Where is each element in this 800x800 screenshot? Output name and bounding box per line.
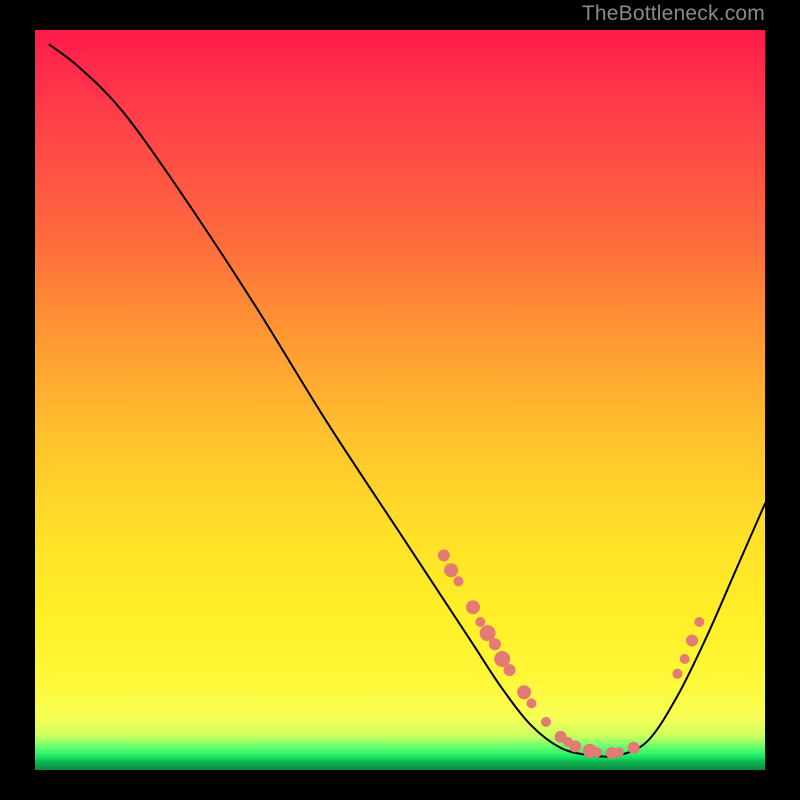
marker-dot bbox=[475, 617, 485, 627]
marker-dot bbox=[466, 600, 480, 614]
watermark-text: TheBottleneck.com bbox=[582, 2, 765, 26]
marker-dot bbox=[453, 576, 463, 586]
marker-dot bbox=[680, 654, 690, 664]
marker-dot bbox=[614, 747, 624, 757]
marker-dot bbox=[694, 617, 704, 627]
marker-dot bbox=[541, 717, 551, 727]
marker-dot bbox=[444, 563, 458, 577]
plot-area bbox=[35, 30, 765, 770]
marker-dot bbox=[672, 669, 682, 679]
marker-dot bbox=[489, 638, 501, 650]
marker-dot bbox=[504, 664, 516, 676]
marker-dot bbox=[686, 635, 698, 647]
chart-stage: TheBottleneck.com bbox=[0, 0, 800, 800]
marker-dot bbox=[438, 549, 450, 561]
marker-dot bbox=[569, 740, 581, 752]
marker-group bbox=[438, 549, 705, 759]
marker-dot bbox=[592, 747, 602, 757]
marker-dot bbox=[526, 698, 536, 708]
marker-dot bbox=[628, 742, 640, 754]
chart-svg bbox=[35, 30, 765, 770]
bottleneck-curve bbox=[50, 45, 765, 757]
marker-dot bbox=[517, 685, 531, 699]
